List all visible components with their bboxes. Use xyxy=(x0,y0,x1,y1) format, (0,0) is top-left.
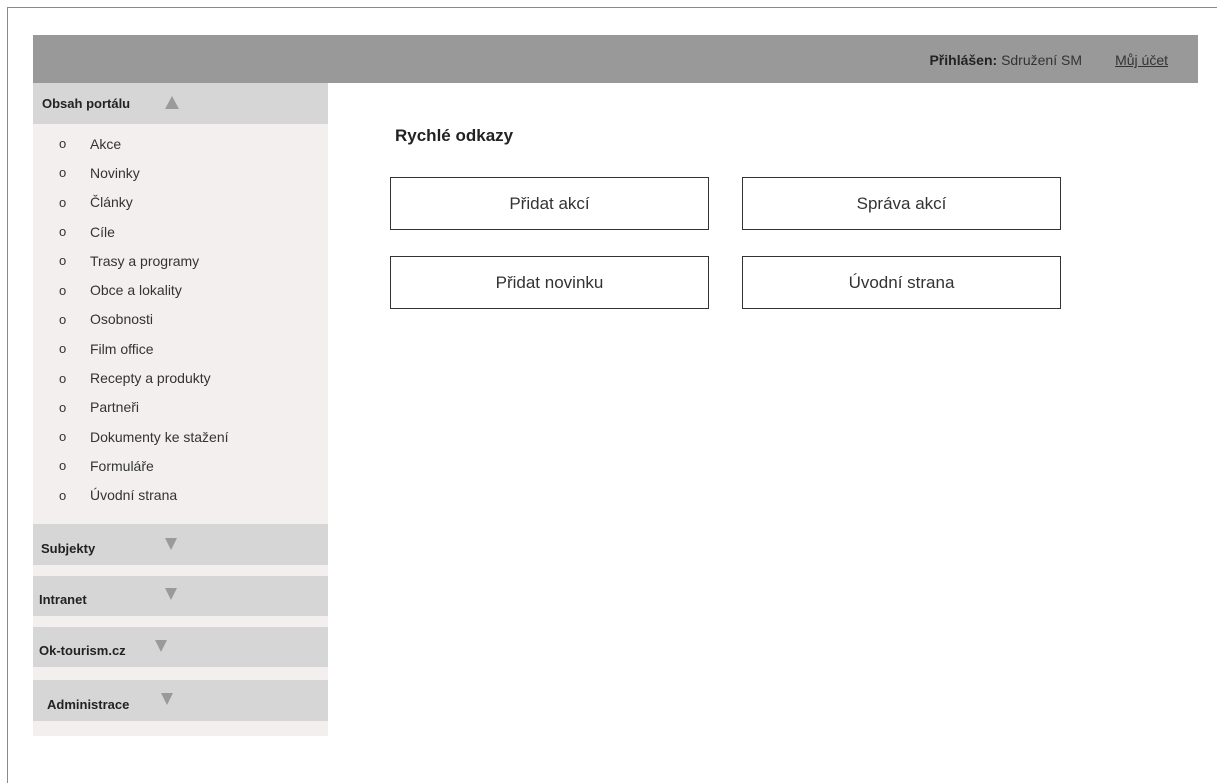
nav-item-obce[interactable]: o Obce a lokality xyxy=(33,275,328,304)
my-account-link[interactable]: Můj účet xyxy=(1115,52,1168,68)
expand-arrow-icon[interactable] xyxy=(161,693,173,705)
nav-item-label: Dokumenty ke stažení xyxy=(90,428,229,445)
nav-item-label: Film office xyxy=(90,340,154,357)
expand-arrow-icon[interactable] xyxy=(155,640,167,652)
content-nav-list: o Akce o Novinky o Články o Cíle o Trasy a pr… xyxy=(33,129,328,510)
nav-item-clanky[interactable]: o Články xyxy=(33,188,328,217)
bullet-icon: o xyxy=(59,487,67,503)
user-name: Sdružení SM xyxy=(1001,52,1082,68)
nav-item-film-office[interactable]: o Film office xyxy=(33,334,328,363)
nav-item-label: Články xyxy=(90,194,133,211)
bullet-icon: o xyxy=(59,429,67,445)
sidebar: Obsah portálu o Akce o Novinky o Články o Cí… xyxy=(33,83,328,736)
nav-item-novinky[interactable]: o Novinky xyxy=(33,158,328,187)
nav-item-label: Úvodní strana xyxy=(90,487,178,504)
bullet-icon: o xyxy=(59,165,67,181)
logged-label: Přihlášen: xyxy=(929,52,998,68)
manage-events-button[interactable]: Správa akcí xyxy=(742,177,1061,230)
nav-item-label: Cíle xyxy=(90,223,115,240)
section-subjekty[interactable]: Subjekty xyxy=(33,524,328,565)
section-administrace[interactable]: Administrace xyxy=(33,680,328,721)
nav-item-label: Akce xyxy=(90,135,122,152)
bullet-icon: o xyxy=(59,341,67,357)
bullet-icon: o xyxy=(59,311,67,327)
section-label: Obsah portálu xyxy=(42,96,131,111)
nav-item-osobnosti[interactable]: o Osobnosti xyxy=(33,305,328,334)
nav-item-label: Osobnosti xyxy=(90,311,154,328)
home-page-button[interactable]: Úvodní strana xyxy=(742,256,1061,309)
nav-item-cile[interactable]: o Cíle xyxy=(33,217,328,246)
bullet-icon: o xyxy=(59,458,67,474)
nav-item-label: Recepty a produkty xyxy=(90,370,211,387)
add-event-button[interactable]: Přidat akcí xyxy=(390,177,709,230)
bullet-icon: o xyxy=(59,253,67,269)
add-news-button[interactable]: Přidat novinku xyxy=(390,256,709,309)
nav-item-uvodni-strana[interactable]: o Úvodní strana xyxy=(33,481,328,510)
nav-item-label: Trasy a programy xyxy=(90,252,200,269)
section-label: Intranet xyxy=(39,592,87,607)
bullet-icon: o xyxy=(59,399,67,415)
section-label: Ok-tourism.cz xyxy=(39,643,126,658)
bullet-icon: o xyxy=(59,224,67,240)
nav-item-partneri[interactable]: o Partneři xyxy=(33,393,328,422)
bullet-icon: o xyxy=(59,370,67,386)
nav-item-formulare[interactable]: o Formuláře xyxy=(33,451,328,480)
expand-arrow-icon[interactable] xyxy=(165,588,177,600)
bullet-icon: o xyxy=(59,136,67,152)
nav-item-recepty[interactable]: o Recepty a produkty xyxy=(33,363,328,392)
section-label: Subjekty xyxy=(41,541,96,556)
expand-arrow-icon[interactable] xyxy=(165,538,177,550)
collapse-arrow-icon[interactable] xyxy=(165,96,179,109)
nav-item-label: Novinky xyxy=(90,164,140,181)
nav-item-trasy[interactable]: o Trasy a programy xyxy=(33,246,328,275)
nav-item-akce[interactable]: o Akce xyxy=(33,129,328,158)
nav-item-label: Obce a lokality xyxy=(90,282,182,299)
section-intranet[interactable]: Intranet xyxy=(33,576,328,616)
page-title: Rychlé odkazy xyxy=(395,126,514,145)
section-obsah-portalu[interactable]: Obsah portálu xyxy=(33,83,328,124)
bullet-icon: o xyxy=(59,282,67,298)
bullet-icon: o xyxy=(59,194,67,210)
section-ok-tourism[interactable]: Ok-tourism.cz xyxy=(33,627,328,667)
section-label: Administrace xyxy=(47,697,130,712)
nav-item-dokumenty[interactable]: o Dokumenty ke stažení xyxy=(33,422,328,451)
logged-user: Přihlášen: Sdružení SM xyxy=(929,52,1082,68)
nav-item-label: Partneři xyxy=(90,399,140,416)
nav-item-label: Formuláře xyxy=(90,457,154,474)
top-bar: Přihlášen: Sdružení SM Můj účet xyxy=(33,35,1198,83)
